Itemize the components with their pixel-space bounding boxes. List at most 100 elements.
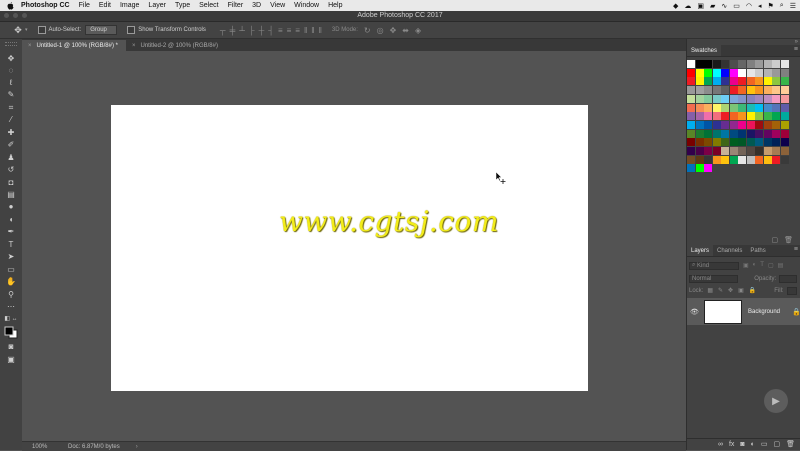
align-left-icon[interactable]: ├ bbox=[249, 26, 255, 35]
tab-channels[interactable]: Channels bbox=[713, 245, 746, 256]
color-swatch[interactable] bbox=[763, 77, 772, 86]
menu-select[interactable]: Select bbox=[199, 2, 218, 9]
color-swatch[interactable] bbox=[712, 68, 721, 77]
default-colors-icon[interactable]: ◧ ↔ bbox=[4, 313, 18, 324]
panel-menu-icon[interactable]: ≡ bbox=[794, 246, 798, 253]
color-swatch[interactable] bbox=[712, 138, 721, 147]
menu-3d[interactable]: 3D bbox=[252, 2, 261, 9]
color-swatch[interactable] bbox=[704, 120, 712, 129]
color-swatch[interactable] bbox=[780, 112, 789, 121]
color-swatch[interactable] bbox=[687, 112, 695, 121]
color-swatch[interactable] bbox=[695, 68, 704, 77]
color-swatch[interactable] bbox=[780, 60, 789, 68]
tab-untitled-1[interactable]: × Untitled-1 @ 100% (RGB/8#) * bbox=[22, 40, 126, 51]
color-swatch[interactable] bbox=[780, 147, 789, 155]
color-swatch[interactable] bbox=[729, 68, 738, 77]
color-swatch[interactable] bbox=[695, 138, 704, 147]
auto-select-checkbox[interactable] bbox=[37, 26, 46, 34]
color-swatch[interactable] bbox=[704, 94, 712, 103]
color-swatch[interactable] bbox=[780, 103, 789, 112]
menu-filter[interactable]: Filter bbox=[228, 2, 244, 9]
color-swatch[interactable] bbox=[721, 129, 729, 138]
color-swatches-icon[interactable] bbox=[4, 325, 18, 339]
color-swatch[interactable] bbox=[746, 94, 755, 103]
color-swatch[interactable] bbox=[712, 86, 721, 95]
color-swatch[interactable] bbox=[695, 112, 704, 121]
color-swatch[interactable] bbox=[729, 112, 738, 121]
slide-3d-icon[interactable]: ⬌ bbox=[402, 26, 409, 35]
roll-3d-icon[interactable]: ◎ bbox=[377, 26, 384, 35]
color-swatch[interactable] bbox=[755, 77, 763, 86]
tab-swatches[interactable]: Swatches bbox=[687, 45, 722, 56]
color-swatch[interactable] bbox=[712, 112, 721, 121]
color-swatch[interactable] bbox=[704, 60, 712, 68]
color-swatch[interactable] bbox=[772, 103, 780, 112]
color-swatch[interactable] bbox=[695, 120, 704, 129]
color-swatch[interactable] bbox=[729, 60, 738, 68]
fx-icon[interactable]: fx bbox=[729, 441, 734, 448]
close-tab-icon[interactable]: × bbox=[28, 43, 32, 49]
color-swatch[interactable] bbox=[695, 147, 704, 155]
color-swatch[interactable] bbox=[738, 68, 746, 77]
color-swatch[interactable] bbox=[755, 112, 763, 121]
color-swatch[interactable] bbox=[780, 138, 789, 147]
new-group-icon[interactable]: ▭ bbox=[761, 440, 768, 448]
color-swatch[interactable] bbox=[746, 155, 755, 164]
color-swatch[interactable] bbox=[721, 120, 729, 129]
color-swatch[interactable] bbox=[729, 103, 738, 112]
align-right-icon[interactable]: ┤ bbox=[268, 26, 274, 35]
layer-kind-filter[interactable]: ⌕ Kind bbox=[689, 261, 739, 270]
history-brush-tool-icon[interactable]: ↺ bbox=[4, 164, 18, 175]
color-swatch[interactable] bbox=[738, 94, 746, 103]
color-swatch[interactable] bbox=[738, 129, 746, 138]
flag-icon[interactable]: ⚑ bbox=[768, 2, 774, 10]
color-swatch[interactable] bbox=[738, 155, 746, 164]
color-swatch[interactable] bbox=[772, 112, 780, 121]
color-swatch[interactable] bbox=[772, 94, 780, 103]
color-swatch[interactable] bbox=[746, 129, 755, 138]
color-swatch[interactable] bbox=[738, 147, 746, 155]
menu-file[interactable]: File bbox=[79, 2, 90, 9]
color-swatch[interactable] bbox=[687, 86, 695, 95]
color-swatch[interactable] bbox=[687, 68, 695, 77]
align-middle-icon[interactable]: ╪ bbox=[230, 26, 236, 35]
color-swatch[interactable] bbox=[763, 103, 772, 112]
color-swatch[interactable] bbox=[763, 138, 772, 147]
display-icon[interactable]: ▭ bbox=[733, 2, 740, 10]
color-swatch[interactable] bbox=[729, 155, 738, 164]
align-top-icon[interactable]: ┬ bbox=[220, 26, 226, 35]
fill-field[interactable] bbox=[786, 286, 797, 295]
shape-filter-icon[interactable]: ▢ bbox=[768, 262, 774, 269]
color-swatch[interactable] bbox=[712, 120, 721, 129]
gradient-tool-icon[interactable]: ▤ bbox=[4, 189, 18, 200]
visibility-eye-icon[interactable]: 👁 bbox=[690, 308, 702, 316]
color-swatch[interactable] bbox=[763, 94, 772, 103]
color-swatch[interactable] bbox=[763, 155, 772, 164]
menu-photoshop[interactable]: Photoshop CC bbox=[21, 2, 70, 9]
color-swatch[interactable] bbox=[721, 68, 729, 77]
color-swatch[interactable] bbox=[704, 112, 712, 121]
color-swatch[interactable] bbox=[695, 164, 704, 173]
play-overlay-icon[interactable]: ▶ bbox=[764, 389, 788, 413]
color-swatch[interactable] bbox=[746, 68, 755, 77]
marquee-tool-icon[interactable]: ◌ bbox=[4, 65, 18, 76]
adjustment-filter-icon[interactable]: ◐ bbox=[753, 262, 757, 269]
brush-tool-icon[interactable]: ✐ bbox=[4, 139, 18, 150]
eyedropper-tool-icon[interactable]: ⁄ bbox=[4, 114, 18, 125]
smart-filter-icon[interactable]: ▤ bbox=[778, 262, 784, 269]
new-layer-icon[interactable]: ▢ bbox=[773, 440, 780, 448]
color-swatch[interactable] bbox=[738, 120, 746, 129]
menu-type[interactable]: Type bbox=[175, 2, 190, 9]
pixel-filter-icon[interactable]: ▣ bbox=[743, 262, 749, 269]
opacity-field[interactable] bbox=[779, 274, 797, 283]
eraser-tool-icon[interactable]: ◘ bbox=[4, 177, 18, 188]
panel-grip[interactable] bbox=[5, 42, 17, 46]
color-swatch[interactable] bbox=[755, 60, 763, 68]
color-swatch[interactable] bbox=[755, 155, 763, 164]
zoom-tool-icon[interactable]: ⚲ bbox=[4, 289, 18, 300]
color-swatch[interactable] bbox=[695, 155, 704, 164]
chevron-down-icon[interactable]: ▾ bbox=[25, 27, 28, 33]
color-swatch[interactable] bbox=[763, 68, 772, 77]
color-swatch[interactable] bbox=[729, 94, 738, 103]
show-transform-checkbox[interactable] bbox=[127, 26, 136, 34]
